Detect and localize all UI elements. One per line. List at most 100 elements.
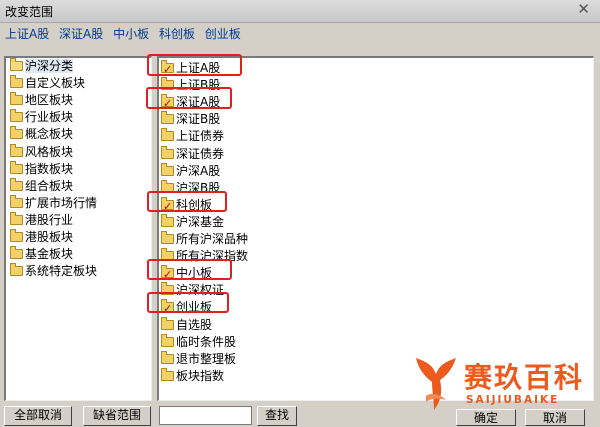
tree-item[interactable]: 地区板块 — [10, 92, 73, 109]
default-range-button[interactable]: 缺省范围 — [83, 406, 151, 426]
tree-item[interactable]: 基金板块 — [10, 246, 73, 263]
tree-item-label: 港股行业 — [25, 212, 74, 227]
folder-icon — [161, 231, 174, 244]
tree-item-label: 系统特定板块 — [25, 264, 98, 279]
checkmark-icon: ✓ — [163, 97, 173, 111]
sector-item-label: 上证债券 — [176, 129, 225, 144]
folder-icon — [10, 75, 23, 89]
sector-item[interactable]: 所有沪深品种 — [161, 231, 248, 248]
search-button[interactable]: 查找 — [257, 406, 297, 426]
checkmark-icon: ✓ — [163, 268, 173, 282]
summary-item: 创业板 — [204, 27, 241, 41]
folder-icon: ✓ — [161, 196, 174, 213]
sector-item-label: 沪深A股 — [176, 163, 221, 178]
tree-item[interactable]: 概念板块 — [10, 126, 73, 143]
folder-icon — [10, 177, 23, 191]
sector-item-label: 深证B股 — [176, 112, 221, 127]
sector-list[interactable]: ✓ 上证A股 上证B股 ✓ 深证A股 深证B股 上证债券 深证债券 沪深A股 沪深B股 ✓ 科创板 沪深… — [157, 56, 594, 401]
search-input[interactable] — [159, 406, 252, 425]
watermark-logo: 赛玖百科 SAIJIUBAIKE — [412, 352, 590, 412]
sector-item[interactable]: 自选股 — [161, 316, 212, 334]
tree-item-label: 地区板块 — [25, 93, 74, 108]
summary-item: 科创板 — [158, 27, 195, 41]
selected-range-summary: 上证A股 深证A股 中小板 科创板 创业板 — [5, 25, 595, 41]
folder-icon — [10, 58, 23, 71]
folder-icon — [161, 162, 174, 176]
title-bar: 改变范围 ✕ — [0, 0, 600, 23]
tree-item-label: 扩展市场行情 — [25, 195, 98, 210]
tree-item-label: 港股板块 — [25, 230, 74, 244]
sector-item[interactable]: 沪深基金 — [161, 213, 225, 231]
folder-icon — [10, 194, 23, 208]
tree-item[interactable]: 行业板块 — [10, 109, 73, 126]
sector-item-label: 科创板 — [176, 197, 213, 212]
summary-item: 中小板 — [113, 27, 150, 41]
close-icon[interactable]: ✕ — [577, 0, 590, 18]
folder-icon — [161, 316, 174, 330]
tree-item[interactable]: 指数板块 — [10, 160, 74, 178]
tree-item-label: 概念板块 — [25, 127, 74, 142]
folder-icon — [161, 333, 174, 347]
sector-item-label: 沪深B股 — [176, 180, 221, 195]
sector-item-label: 所有沪深指数 — [176, 249, 249, 264]
folder-icon — [10, 126, 23, 140]
sector-item[interactable]: 板块指数 — [161, 367, 225, 385]
checkmark-icon: ✓ — [163, 302, 173, 316]
folder-icon — [10, 263, 23, 277]
clear-all-button[interactable]: 全部取消 — [4, 406, 72, 426]
sector-item[interactable]: ✓ 科创板 — [161, 196, 213, 214]
folder-icon — [10, 246, 23, 260]
sector-item[interactable]: 所有沪深指数 — [161, 248, 248, 265]
folder-icon: ✓ — [161, 94, 174, 110]
tree-item-label: 基金板块 — [25, 247, 74, 262]
tree-item[interactable]: 扩展市场行情 — [10, 194, 98, 212]
folder-icon — [10, 211, 23, 225]
folder-icon — [10, 160, 23, 174]
window-title: 改变范围 — [5, 5, 54, 19]
folder-icon — [161, 350, 174, 364]
tree-item[interactable]: 港股板块 — [10, 229, 73, 246]
sector-item[interactable]: 深证债券 — [161, 145, 224, 163]
sector-item[interactable]: 退市整理板 — [161, 350, 236, 368]
sector-item-label: 沪深权证 — [176, 283, 225, 298]
folder-icon — [161, 111, 174, 125]
tree-item-label: 沪深分类 — [25, 59, 74, 73]
sector-item[interactable]: 沪深B股 — [161, 179, 221, 197]
sector-item-label: 上证B股 — [176, 78, 221, 93]
sector-item-label: 上证A股 — [176, 61, 221, 75]
sector-item[interactable]: ✓ 上证A股 — [161, 60, 220, 77]
tree-item[interactable]: 港股行业 — [10, 211, 74, 229]
sector-item-label: 深证A股 — [176, 95, 221, 110]
sector-item[interactable]: ✓ 中小板 — [161, 265, 212, 282]
folder-icon: ✓ — [161, 265, 174, 281]
folder-icon — [161, 145, 174, 159]
sector-item[interactable]: 深证B股 — [161, 111, 220, 128]
tree-item[interactable]: 组合板块 — [10, 177, 74, 195]
sector-item[interactable]: 上证债券 — [161, 128, 224, 145]
sector-item-label: 中小板 — [176, 266, 213, 281]
tree-item[interactable]: 风格板块 — [10, 143, 73, 161]
tree-item-label: 指数板块 — [25, 161, 74, 176]
checkmark-icon: ✓ — [163, 63, 173, 76]
sector-item[interactable]: 上证B股 — [161, 77, 220, 94]
tree-item-label: 自定义板块 — [25, 76, 86, 91]
sector-item-label: 板块指数 — [176, 368, 225, 383]
category-tree[interactable]: 沪深分类自定义板块地区板块行业板块概念板块 风格板块 指数板块组合板块扩展市场行情港… — [4, 56, 152, 401]
tree-item[interactable]: 自定义板块 — [10, 75, 85, 92]
tree-item[interactable]: 沪深分类 — [10, 58, 74, 75]
folder-icon — [161, 77, 174, 91]
folder-icon — [161, 248, 174, 262]
sector-item[interactable]: 沪深A股 — [161, 162, 221, 180]
folder-icon — [161, 367, 174, 381]
folder-icon — [161, 213, 174, 227]
sector-item[interactable]: ✓ 创业板 — [161, 299, 212, 316]
checkmark-icon: ✓ — [163, 199, 173, 213]
tree-item-label: 组合板块 — [25, 178, 74, 193]
folder-icon: ✓ — [161, 60, 174, 76]
sector-item-label: 沪深基金 — [176, 214, 225, 229]
tree-item-label: 行业板块 — [25, 110, 74, 125]
sector-item[interactable]: 临时条件股 — [161, 333, 236, 351]
tree-item[interactable]: 系统特定板块 — [10, 263, 97, 280]
sector-item[interactable]: ✓ 深证A股 — [161, 94, 220, 111]
sector-item[interactable]: 沪深权证 — [161, 282, 224, 299]
